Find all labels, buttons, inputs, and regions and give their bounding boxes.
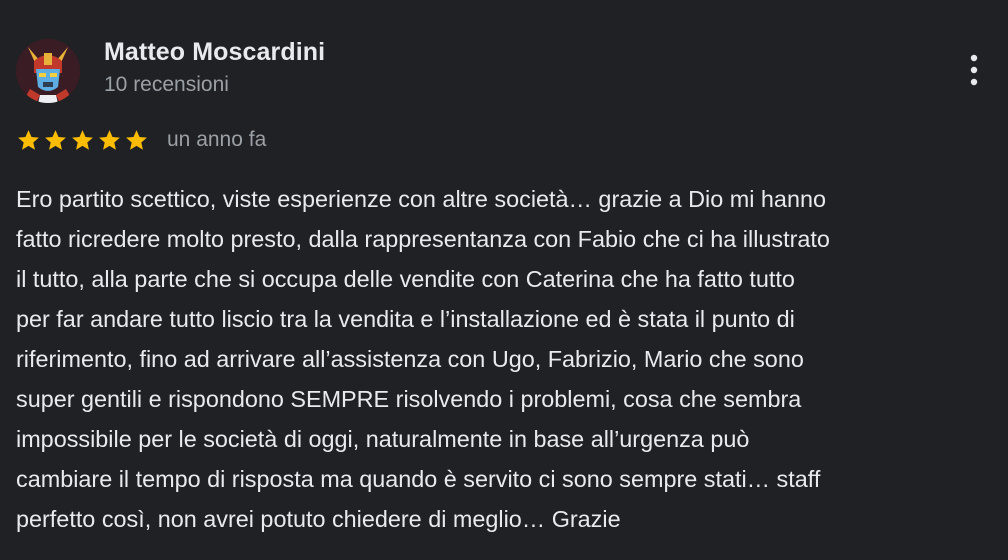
star-icon bbox=[97, 128, 122, 153]
review-text-line: riferimento, fino ad arrivare all’assist… bbox=[16, 346, 804, 372]
star-rating bbox=[16, 128, 149, 153]
author-name[interactable]: Matteo Moscardini bbox=[104, 38, 325, 67]
more-vert-icon bbox=[970, 54, 978, 86]
review-text-line: il tutto, alla parte che si occupa delle… bbox=[16, 266, 795, 292]
review-text-line: cambiare il tempo di risposta ma quando … bbox=[16, 466, 821, 492]
review-date: un anno fa bbox=[167, 128, 267, 151]
review-text-line: per far andare tutto liscio tra la vendi… bbox=[16, 306, 795, 332]
star-icon bbox=[70, 128, 95, 153]
review-text: Ero partito scettico, viste esperienze c… bbox=[16, 179, 1000, 539]
robot-avatar-icon bbox=[16, 39, 80, 103]
star-icon bbox=[16, 128, 41, 153]
author-avatar[interactable] bbox=[16, 39, 80, 103]
review-card: Matteo Moscardini 10 recensioni un anno … bbox=[0, 0, 1008, 560]
more-options-button[interactable] bbox=[958, 50, 990, 90]
review-text-line: Ero partito scettico, viste esperienze c… bbox=[16, 186, 826, 212]
review-text-line: fatto ricredere molto presto, dalla rapp… bbox=[16, 226, 830, 252]
star-icon bbox=[124, 128, 149, 153]
rating-row: un anno fa bbox=[16, 124, 266, 156]
star-icon bbox=[43, 128, 68, 153]
review-text-line: perfetto così, non avrei potuto chiedere… bbox=[16, 506, 621, 532]
review-text-line: impossibile per le società di oggi, natu… bbox=[16, 426, 750, 452]
author-review-count[interactable]: 10 recensioni bbox=[104, 73, 229, 97]
review-text-line: super gentili e rispondono SEMPRE risolv… bbox=[16, 386, 802, 412]
